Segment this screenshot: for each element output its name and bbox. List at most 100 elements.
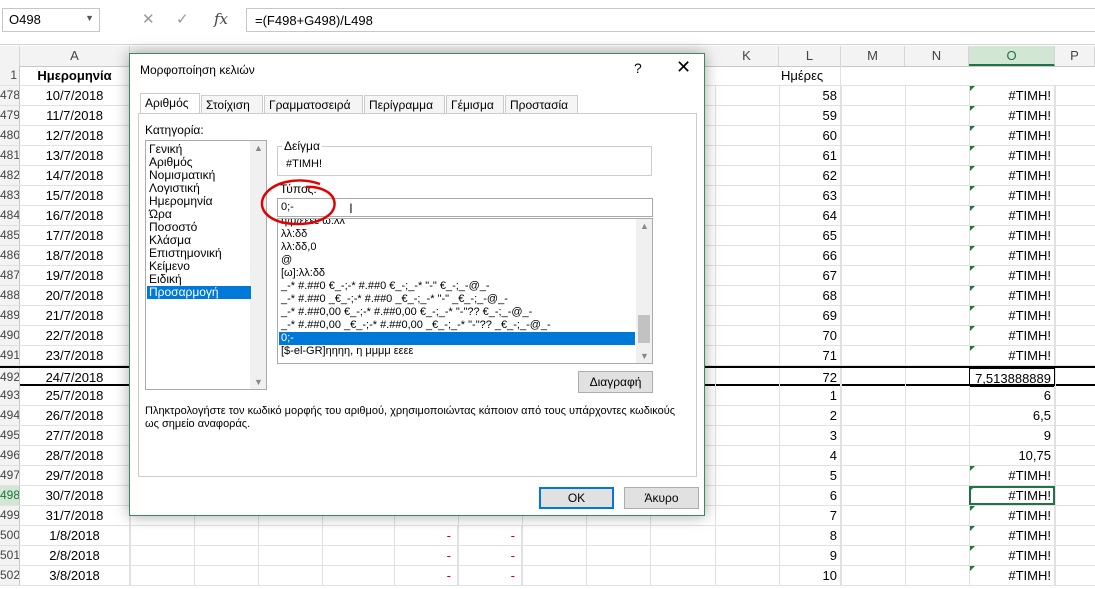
date-cell[interactable]: 14/7/2018 xyxy=(20,166,130,185)
days-cell[interactable]: 68 xyxy=(779,286,841,305)
column-header-a[interactable]: A xyxy=(20,46,130,66)
row-header[interactable]: 489 xyxy=(0,306,20,325)
date-cell[interactable]: 15/7/2018 xyxy=(20,186,130,205)
result-cell[interactable]: #ΤΙΜΗ! xyxy=(969,326,1055,345)
dash-cell[interactable]: - xyxy=(394,526,458,545)
result-cell[interactable]: #ΤΙΜΗ! xyxy=(969,546,1055,565)
date-cell[interactable]: 23/7/2018 xyxy=(20,346,130,365)
result-cell[interactable]: #ΤΙΜΗ! xyxy=(969,486,1055,505)
row-header[interactable]: 501 xyxy=(0,546,20,565)
row-header[interactable]: 493 xyxy=(0,386,20,405)
format-code-item[interactable]: @ xyxy=(279,254,635,267)
row-header[interactable]: 485 xyxy=(0,226,20,245)
type-list[interactable]: ▲ ▼ η/μ/εεεε ω:λλ λλ:δδ λλ:δδ,0 @ [ω]:λλ:δδ _… xyxy=(277,218,653,364)
days-cell[interactable]: 61 xyxy=(779,146,841,165)
result-cell[interactable]: #ΤΙΜΗ! xyxy=(969,506,1055,525)
tab-border[interactable]: Περίγραμμα xyxy=(364,95,445,113)
row-header[interactable]: 479 xyxy=(0,106,20,125)
scroll-up-icon[interactable]: ▲ xyxy=(640,221,649,231)
row-header[interactable]: 494 xyxy=(0,406,20,425)
result-cell[interactable]: #ΤΙΜΗ! xyxy=(969,566,1055,585)
result-cell[interactable]: #ΤΙΜΗ! xyxy=(969,346,1055,365)
days-cell[interactable]: 4 xyxy=(779,446,841,465)
result-cell[interactable]: #ΤΙΜΗ! xyxy=(969,206,1055,225)
result-cell[interactable]: 6 xyxy=(969,386,1055,405)
days-cell[interactable]: 69 xyxy=(779,306,841,325)
type-scrollbar[interactable]: ▲ ▼ xyxy=(636,219,652,363)
result-cell[interactable]: #ΤΙΜΗ! xyxy=(969,266,1055,285)
delete-button[interactable]: Διαγραφή xyxy=(578,371,653,393)
format-code-item[interactable]: 0;- xyxy=(279,332,635,345)
days-cell[interactable]: 58 xyxy=(779,86,841,105)
days-cell[interactable]: 9 xyxy=(779,546,841,565)
date-cell[interactable]: 12/7/2018 xyxy=(20,126,130,145)
days-cell[interactable]: 70 xyxy=(779,326,841,345)
result-cell[interactable]: #ΤΙΜΗ! xyxy=(969,106,1055,125)
row-header[interactable]: 492 xyxy=(0,368,20,387)
name-box[interactable]: O498 ▼ xyxy=(2,8,100,32)
row-header[interactable]: 490 xyxy=(0,326,20,345)
date-cell[interactable]: 31/7/2018 xyxy=(20,506,130,525)
date-cell[interactable]: 11/7/2018 xyxy=(20,106,130,125)
ok-button[interactable]: OK xyxy=(539,487,614,509)
result-cell[interactable]: #ΤΙΜΗ! xyxy=(969,146,1055,165)
column-header-l[interactable]: L xyxy=(779,46,841,66)
select-all-corner[interactable] xyxy=(0,46,20,66)
date-cell[interactable]: 20/7/2018 xyxy=(20,286,130,305)
row-header[interactable]: 480 xyxy=(0,126,20,145)
tab-alignment[interactable]: Στοίχιση xyxy=(201,95,263,113)
format-code-item[interactable]: [ω]:λλ:δδ xyxy=(279,267,635,280)
type-input[interactable]: 0;- xyxy=(277,198,653,217)
tab-protection[interactable]: Προστασία xyxy=(505,95,578,113)
format-code-item[interactable]: _-* #.##0 €_-;-* #.##0 €_-;_-* "-" €_-;_… xyxy=(279,280,635,293)
days-cell[interactable]: 5 xyxy=(779,466,841,485)
date-cell[interactable]: 1/8/2018 xyxy=(20,526,130,545)
date-cell[interactable]: 21/7/2018 xyxy=(20,306,130,325)
close-button[interactable]: ✕ xyxy=(676,57,691,78)
format-code-item[interactable]: λλ:δδ xyxy=(279,228,635,241)
dash-cell[interactable]: - xyxy=(394,566,458,585)
result-cell[interactable]: #ΤΙΜΗ! xyxy=(969,526,1055,545)
row-header[interactable]: 495 xyxy=(0,426,20,445)
scroll-thumb[interactable] xyxy=(638,315,650,343)
days-cell[interactable]: 63 xyxy=(779,186,841,205)
column-header-k[interactable]: K xyxy=(715,46,779,66)
row-header[interactable]: 487 xyxy=(0,266,20,285)
date-cell[interactable]: 26/7/2018 xyxy=(20,406,130,425)
format-code-item[interactable]: [$-el-GR]ηηηη, η μμμμ εεεε xyxy=(279,345,635,358)
result-cell[interactable]: 7,513888889 xyxy=(969,368,1055,387)
result-cell[interactable]: #ΤΙΜΗ! xyxy=(969,86,1055,105)
date-cell[interactable]: 22/7/2018 xyxy=(20,326,130,345)
dash-cell[interactable]: - xyxy=(394,546,458,565)
dash-cell[interactable]: - xyxy=(458,526,522,545)
date-cell[interactable]: 27/7/2018 xyxy=(20,426,130,445)
days-cell[interactable]: 67 xyxy=(779,266,841,285)
category-scrollbar[interactable]: ▲ ▼ xyxy=(250,141,266,389)
date-cell[interactable]: 17/7/2018 xyxy=(20,226,130,245)
category-list[interactable]: ▲ ▼ Γενική Αριθμός Νομισματική Λογιστική Ημε… xyxy=(145,140,267,390)
row-header[interactable]: 498 xyxy=(0,486,20,505)
date-cell[interactable]: 29/7/2018 xyxy=(20,466,130,485)
help-button[interactable]: ? xyxy=(634,60,642,76)
date-cell[interactable]: 16/7/2018 xyxy=(20,206,130,225)
column-header-o[interactable]: O xyxy=(969,46,1055,66)
result-cell[interactable]: #ΤΙΜΗ! xyxy=(969,126,1055,145)
date-cell[interactable]: 10/7/2018 xyxy=(20,86,130,105)
row-header[interactable]: 481 xyxy=(0,146,20,165)
row-header[interactable]: 488 xyxy=(0,286,20,305)
result-cell[interactable]: #ΤΙΜΗ! xyxy=(969,246,1055,265)
tab-number[interactable]: Αριθμός xyxy=(140,93,200,114)
result-cell[interactable]: 9 xyxy=(969,426,1055,445)
row-header[interactable]: 483 xyxy=(0,186,20,205)
dash-cell[interactable]: - xyxy=(458,566,522,585)
category-item[interactable]: Προσαρμογή xyxy=(147,286,251,299)
date-cell[interactable]: 25/7/2018 xyxy=(20,386,130,405)
header-cell-date[interactable]: Ημερομηνία xyxy=(20,66,130,85)
scroll-down-icon[interactable]: ▼ xyxy=(254,377,263,387)
days-cell[interactable]: 3 xyxy=(779,426,841,445)
result-cell[interactable]: 6,5 xyxy=(969,406,1055,425)
result-cell[interactable]: #ΤΙΜΗ! xyxy=(969,306,1055,325)
result-cell[interactable]: #ΤΙΜΗ! xyxy=(969,186,1055,205)
scroll-down-icon[interactable]: ▼ xyxy=(640,351,649,361)
column-header-m[interactable]: M xyxy=(841,46,905,66)
